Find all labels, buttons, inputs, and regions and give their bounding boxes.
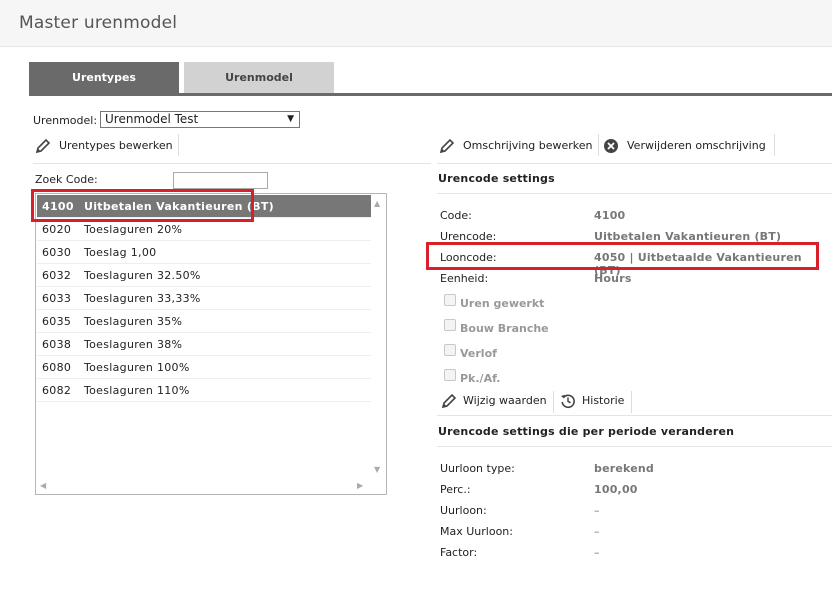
- pencil-icon: [439, 138, 455, 154]
- page-header: Master urenmodel: [0, 0, 832, 47]
- bouw-branche-checkbox[interactable]: [444, 319, 456, 331]
- eenheid-label: Eenheid:: [440, 272, 489, 285]
- scroll-right-arrow-icon[interactable]: ▶: [357, 481, 363, 490]
- wijzig-waarden-label: Wijzig waarden: [463, 394, 547, 407]
- dropdown-arrow-icon: ▼: [287, 114, 294, 124]
- code-label: Code:: [440, 209, 472, 222]
- list-item-code: 6080: [42, 361, 72, 374]
- pencil-icon: [441, 393, 457, 409]
- list-item-code: 6033: [42, 292, 72, 305]
- section-divider: [437, 446, 832, 447]
- list-item-desc: Toeslaguren 32.50%: [84, 269, 201, 282]
- page-title: Master urenmodel: [19, 13, 178, 33]
- code-value: 4100: [594, 209, 626, 222]
- verlof-label: Verlof: [460, 347, 497, 360]
- factor-value: –: [594, 546, 600, 559]
- looncode-highlight: [426, 242, 819, 270]
- list-item[interactable]: 6080 Toeslaguren 100%: [37, 356, 371, 379]
- history-icon: [561, 394, 575, 409]
- zoek-code-input[interactable]: [173, 172, 268, 189]
- toolbar-separator: [178, 134, 179, 156]
- list-item[interactable]: 6032 Toeslaguren 32.50%: [37, 264, 371, 287]
- uren-gewerkt-checkbox[interactable]: [444, 294, 456, 306]
- uurloon-value: –: [594, 504, 600, 517]
- uurloon-label: Uurloon:: [440, 504, 487, 517]
- scroll-up-arrow-icon[interactable]: ▲: [374, 199, 380, 208]
- list-item[interactable]: 6038 Toeslaguren 38%: [37, 333, 371, 356]
- max-uurloon-label: Max Uurloon:: [440, 525, 513, 538]
- list-item-desc: Toeslaguren 110%: [84, 384, 190, 397]
- max-uurloon-value: –: [594, 525, 600, 538]
- uren-gewerkt-label: Uren gewerkt: [460, 297, 545, 310]
- list-item-desc: Toeslag 1,00: [84, 246, 157, 259]
- eenheid-value: Hours: [594, 272, 632, 285]
- list-item[interactable]: 6033 Toeslaguren 33,33%: [37, 287, 371, 310]
- verwijderen-omschrijving-label: Verwijderen omschrijving: [627, 139, 766, 152]
- urenmodel-label: Urenmodel:: [33, 114, 98, 127]
- zoek-code-label: Zoek Code:: [35, 173, 98, 186]
- vertical-scrollbar[interactable]: ▲ ▼: [370, 195, 386, 478]
- list-item[interactable]: 6082 Toeslaguren 110%: [37, 379, 371, 402]
- uurloon-type-label: Uurloon type:: [440, 462, 515, 475]
- section-divider: [437, 415, 832, 416]
- period-settings-title: Urencode settings die per periode verand…: [438, 425, 735, 438]
- pk-af-label: Pk./Af.: [460, 372, 501, 385]
- list-item[interactable]: 6035 Toeslaguren 35%: [37, 310, 371, 333]
- tab-urentypes[interactable]: Urentypes: [29, 62, 179, 93]
- bouw-branche-label: Bouw Branche: [460, 322, 549, 335]
- verwijderen-omschrijving-button[interactable]: Verwijderen omschrijving: [603, 136, 766, 156]
- close-circle-icon: [604, 139, 618, 153]
- urentypes-bewerken-label: Urentypes bewerken: [59, 139, 173, 152]
- toolbar-separator: [553, 391, 554, 413]
- perc-value: 100,00: [594, 483, 638, 496]
- left-toolbar: Urentypes bewerken: [33, 134, 431, 164]
- list-item[interactable]: 6030 Toeslag 1,00: [37, 241, 371, 264]
- list-item-code: 6035: [42, 315, 72, 328]
- section-divider: [437, 193, 832, 194]
- list-item-code: 6082: [42, 384, 72, 397]
- scroll-left-arrow-icon[interactable]: ◀: [40, 481, 46, 490]
- tab-urenmodel[interactable]: Urenmodel: [184, 62, 334, 93]
- perc-label: Perc.:: [440, 483, 471, 496]
- list-item-code: 6030: [42, 246, 72, 259]
- right-toolbar: Omschrijving bewerken Verwijderen omschr…: [437, 134, 832, 164]
- urencode-settings-title: Urencode settings: [438, 172, 555, 185]
- historie-label: Historie: [582, 394, 625, 407]
- pk-af-checkbox[interactable]: [444, 369, 456, 381]
- omschrijving-bewerken-button[interactable]: Omschrijving bewerken: [439, 136, 593, 156]
- list-item-code: 6032: [42, 269, 72, 282]
- urenmodel-selected-value: Urenmodel Test: [105, 112, 199, 126]
- tab-bar: Urentypes Urenmodel: [29, 62, 832, 96]
- list-item-code: 6038: [42, 338, 72, 351]
- list-item-desc: Toeslaguren 35%: [84, 315, 183, 328]
- scroll-down-arrow-icon[interactable]: ▼: [374, 465, 380, 474]
- toolbar-separator: [774, 134, 775, 156]
- wijzig-waarden-button[interactable]: Wijzig waarden: [441, 391, 547, 411]
- urentypes-bewerken-button[interactable]: Urentypes bewerken: [35, 136, 173, 156]
- toolbar-separator: [631, 391, 632, 413]
- horizontal-scrollbar[interactable]: ◀ ▶: [37, 479, 370, 494]
- pencil-icon: [35, 138, 51, 154]
- urenmodel-select[interactable]: Urenmodel Test ▼: [100, 111, 300, 128]
- list-item-desc: Toeslaguren 100%: [84, 361, 190, 374]
- selected-row-highlight: [31, 189, 254, 222]
- toolbar-separator: [598, 134, 599, 156]
- verlof-checkbox[interactable]: [444, 344, 456, 356]
- factor-label: Factor:: [440, 546, 478, 559]
- historie-button[interactable]: Historie: [560, 391, 624, 411]
- urentypes-list: 4100 Uitbetalen Vakantieuren (BT) 6020 Toe…: [35, 193, 387, 495]
- omschrijving-bewerken-label: Omschrijving bewerken: [463, 139, 593, 152]
- list-item-desc: Toeslaguren 33,33%: [84, 292, 201, 305]
- uurloon-type-value: berekend: [594, 462, 655, 475]
- list-item-desc: Toeslaguren 38%: [84, 338, 183, 351]
